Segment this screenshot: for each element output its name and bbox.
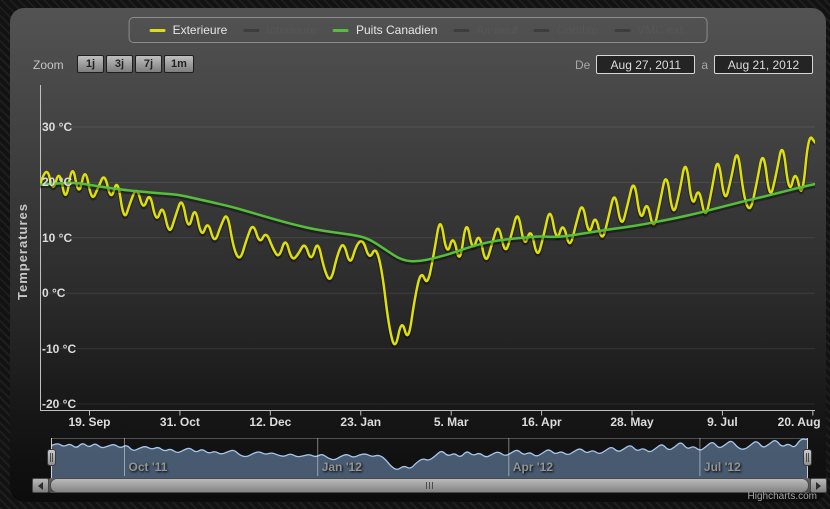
series-shadow: [40, 137, 815, 348]
x-axis-label: 20. Aug: [777, 415, 821, 429]
date-controls: De a: [575, 55, 813, 74]
navigator-label-jul-12: Jul '12: [703, 460, 741, 474]
date-from-label: De: [574, 57, 591, 72]
x-axis-label: 23. Jan: [340, 415, 382, 429]
date-from-input[interactable]: [596, 55, 696, 74]
range-button-1j[interactable]: 1j: [77, 55, 104, 73]
y-axis-title: Temperatures: [15, 202, 30, 300]
y-axis-label: 20 °C: [42, 175, 73, 190]
scrollbar-thumb[interactable]: [50, 478, 809, 493]
legend-item-interieure[interactable]: Interieure: [243, 23, 317, 37]
handle-grip-icon: [805, 453, 807, 462]
plot-area[interactable]: [40, 85, 815, 418]
arrow-right-icon: [816, 481, 821, 490]
legend-item-air-neuf[interactable]: Air neuf: [453, 23, 518, 37]
zoom-label: Zoom: [33, 58, 64, 72]
x-axis-label: 9. Jul: [707, 415, 738, 429]
highcharts-credit[interactable]: Highcharts.com: [748, 491, 817, 502]
legend-swatch-icon: [149, 28, 166, 32]
legend-item-label: Comble: [556, 23, 599, 37]
legend-item-label: Puits Canadien: [355, 23, 438, 37]
legend-swatch-icon: [332, 28, 349, 32]
y-axis-label: -10 °C: [42, 341, 77, 356]
legend-item-label: VMC ext.: [637, 23, 687, 37]
series-line-exterieure[interactable]: [40, 136, 815, 346]
legend-item-exterieure[interactable]: Exterieure: [149, 23, 228, 37]
legend-swatch-icon: [243, 28, 260, 32]
y-axis-label: -20 °C: [42, 397, 77, 411]
navigator-right-handle[interactable]: [802, 449, 812, 466]
chart-container: Exterieure Interieure Puits Canadien Air ne…: [10, 8, 827, 502]
legend: Exterieure Interieure Puits Canadien Air ne…: [128, 17, 708, 43]
x-axis-label: 19. Sep: [68, 415, 111, 429]
range-button-1m[interactable]: 1m: [164, 55, 194, 73]
navigator-label-jan-12: Jan '12: [321, 460, 362, 474]
legend-item-puits-canadien[interactable]: Puits Canadien: [332, 23, 438, 37]
range-buttons: 1j 3j 7j 1m: [77, 55, 194, 73]
y-axis-label: 10 °C: [42, 230, 73, 245]
legend-swatch-icon: [533, 28, 550, 32]
grip-icon: [426, 482, 427, 489]
date-to-label: a: [701, 57, 708, 72]
y-axis-label: 30 °C: [42, 120, 73, 134]
legend-swatch-icon: [453, 28, 470, 32]
arrow-left-icon: [38, 481, 43, 490]
x-axis-label: 12. Dec: [249, 415, 292, 429]
legend-item-label: Air neuf: [476, 23, 518, 37]
x-axis-label: 16. Apr: [521, 415, 562, 429]
legend-item-comble[interactable]: Comble: [533, 23, 599, 37]
x-axis-label: 5. Mar: [433, 415, 469, 429]
range-button-7j[interactable]: 7j: [135, 55, 162, 73]
handle-grip-icon: [49, 453, 51, 462]
legend-swatch-icon: [614, 28, 631, 32]
y-axis-label: 0 °C: [42, 286, 66, 301]
scrollbar-left-button[interactable]: [32, 478, 49, 493]
navigator-label-apr-12: Apr '12: [512, 460, 553, 474]
page-background: Exterieure Interieure Puits Canadien Air ne…: [0, 0, 830, 509]
x-axis-label: 31. Oct: [159, 415, 200, 429]
range-button-3j[interactable]: 3j: [106, 55, 133, 73]
legend-item-label: Interieure: [266, 23, 317, 37]
navigator-label-oct-11: Oct '11: [128, 460, 168, 474]
navigator-left-handle[interactable]: [46, 449, 56, 466]
legend-item-label: Exterieure: [172, 23, 228, 37]
date-to-input[interactable]: [714, 55, 813, 74]
x-axis-label: 28. May: [610, 415, 654, 429]
legend-item-vmc-ext[interactable]: VMC ext.: [614, 23, 686, 37]
